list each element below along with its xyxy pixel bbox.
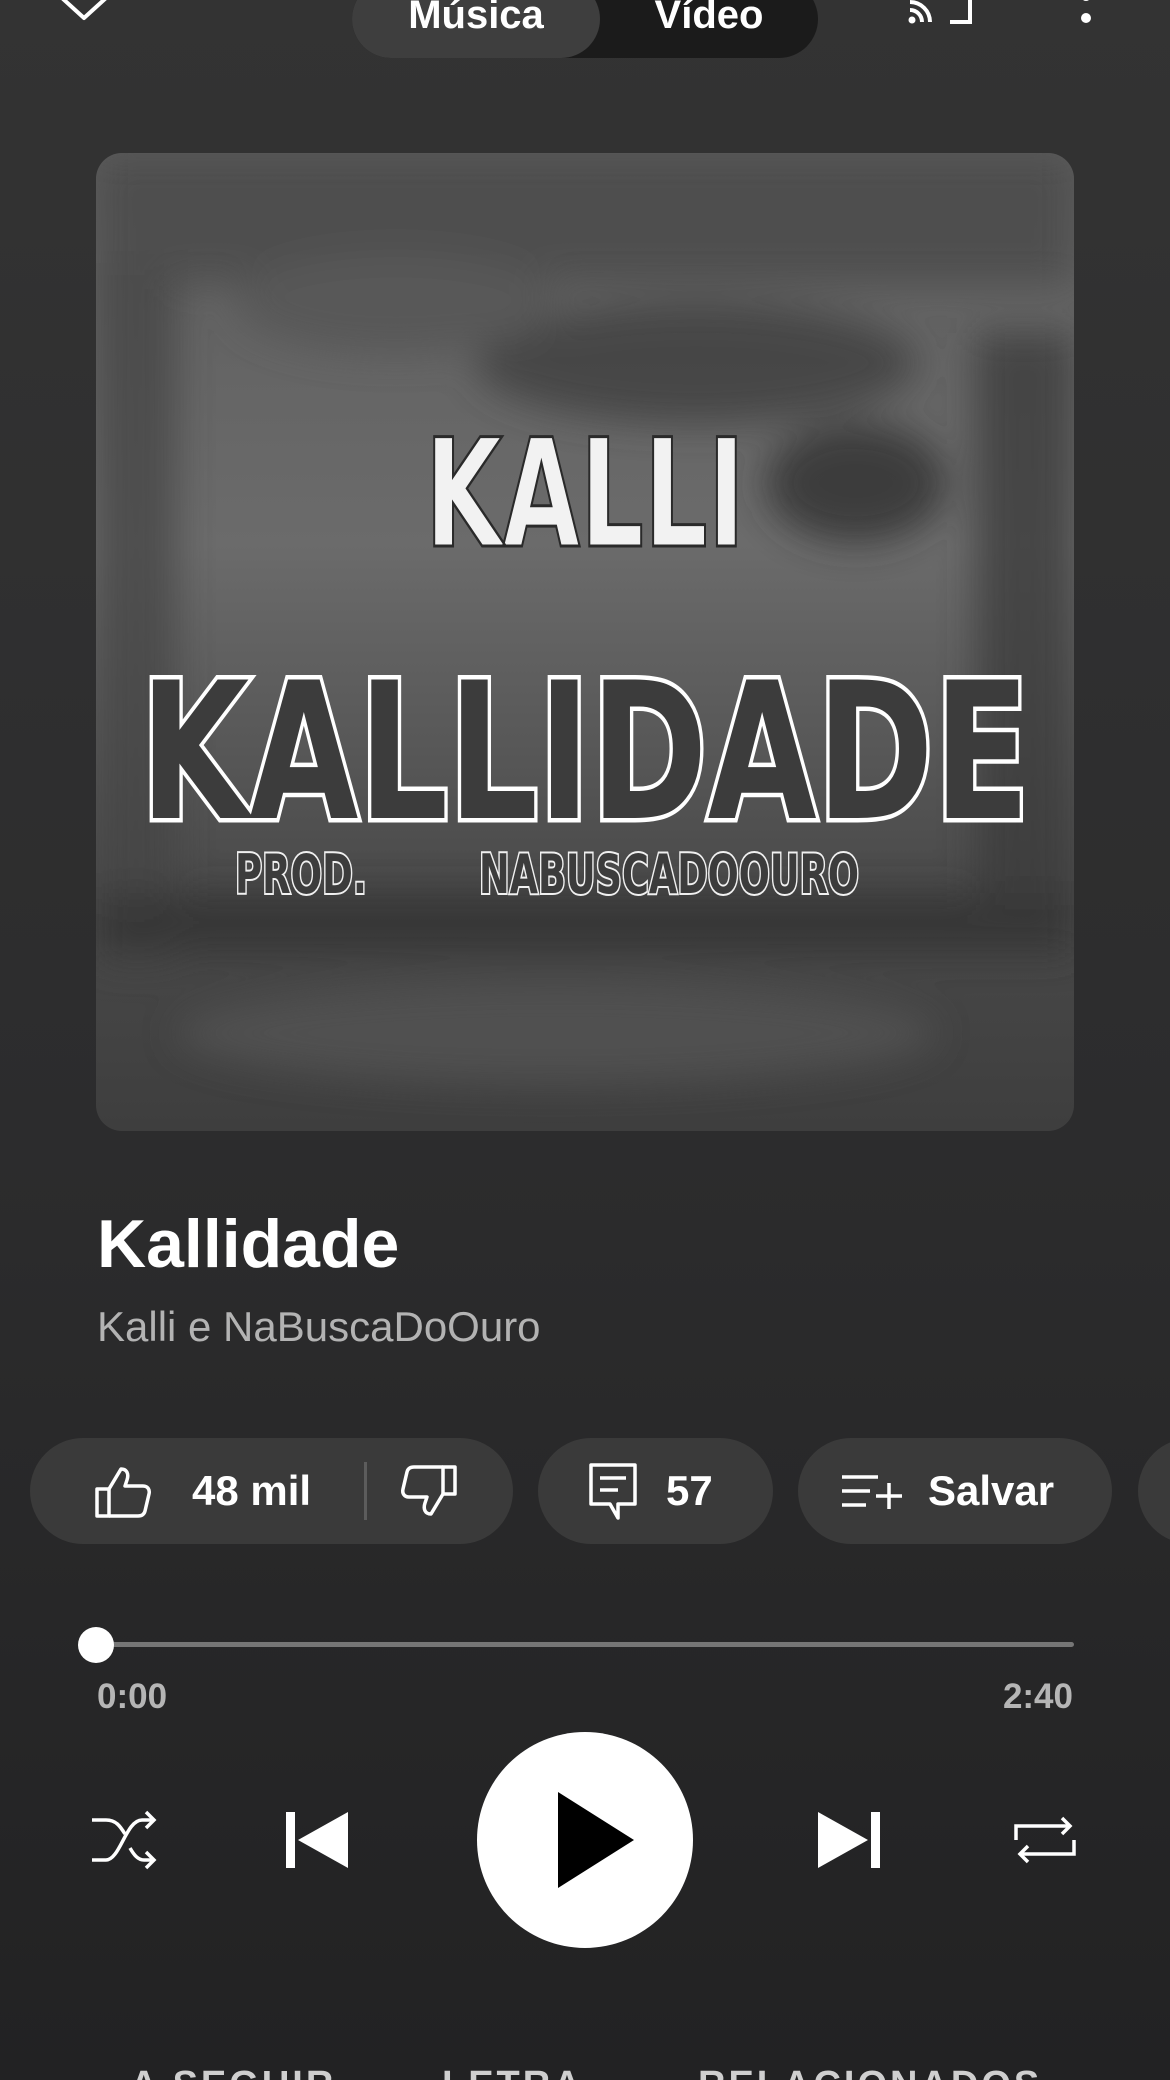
like-count: 48 mil [192,1467,312,1514]
top-bar: Música Vídeo [0,0,1170,72]
thumbs-up-icon [95,1467,151,1518]
art-text-kalli: KALLI [425,408,745,582]
comment-icon [589,1463,637,1520]
chevron-down-icon[interactable] [58,0,110,30]
album-artwork-image: KALLI KALLIDADE PROD. NABUSCADOOURO [96,153,1074,1131]
like-dislike-chip: 48 mil [30,1438,513,1544]
repeat-icon[interactable] [1010,1810,1080,1870]
art-text-prod: PROD. [235,843,367,906]
play-icon [558,1792,634,1888]
total-time: 2:40 [1002,1677,1073,1716]
tab-up-next[interactable]: A SEGUIR [130,2064,336,2080]
comment-count: 57 [666,1467,713,1514]
elapsed-time: 0:00 [97,1677,168,1716]
skip-previous-icon[interactable] [282,1808,354,1872]
track-artist[interactable]: Kalli e NaBuscaDoOuro [97,1303,541,1351]
album-artwork: KALLI KALLIDADE PROD. NABUSCADOOURO [96,153,1074,1131]
thumbs-down-icon [401,1465,457,1516]
more-actions-chip[interactable] [1138,1438,1170,1544]
tab-music[interactable]: Música [352,0,600,58]
progress-thumb[interactable] [78,1627,114,1663]
tab-related[interactable]: RELACIONADOS [698,2064,1042,2080]
art-text-kallidade: KALLIDADE [140,642,1030,863]
comments-button[interactable]: 57 [538,1438,773,1544]
tab-lyrics[interactable]: LETRA [442,2064,584,2080]
tab-video[interactable]: Vídeo [600,0,818,58]
now-playing-screen: Música Vídeo KALLI KALLIDADE PROD. NABUS… [0,0,1170,2080]
like-button[interactable]: 48 mil [30,1438,360,1544]
save-label: Salvar [928,1467,1055,1514]
more-vertical-icon[interactable] [1070,0,1102,42]
save-button[interactable]: Salvar [798,1438,1112,1544]
progress-bar[interactable] [96,1642,1074,1647]
shuffle-icon[interactable] [90,1810,160,1870]
skip-next-icon[interactable] [812,1808,884,1872]
music-video-switch: Música Vídeo [352,0,818,58]
dislike-button[interactable] [366,1438,513,1544]
track-title: Kallidade [97,1206,400,1282]
art-text-producer: NABUSCADOOURO [479,843,859,906]
cast-icon[interactable] [904,0,974,40]
playlist-add-icon [842,1475,902,1509]
play-button[interactable] [477,1732,693,1948]
